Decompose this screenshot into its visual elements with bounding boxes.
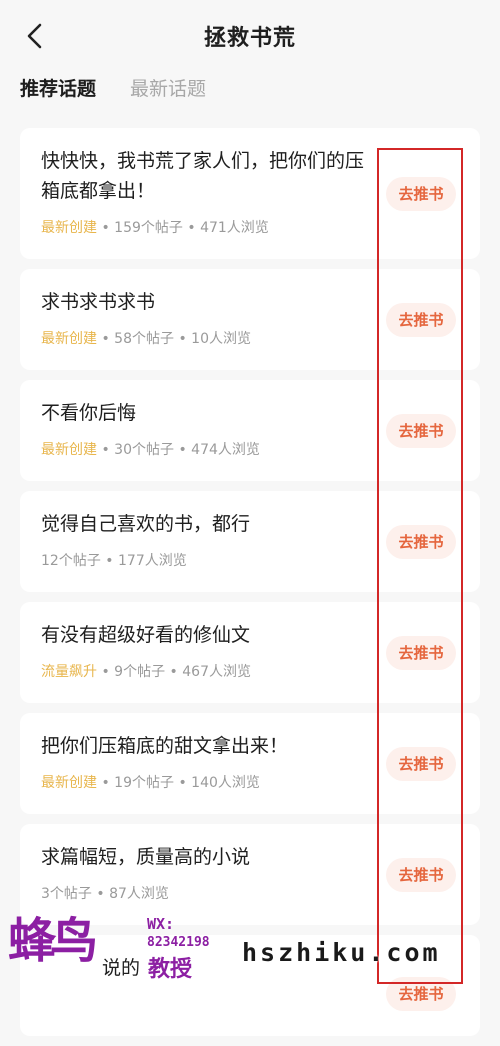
post-count: 12个帖子	[41, 553, 101, 569]
topic-title: 快快快，我书荒了家人们，把你们的压箱底都拿出！	[41, 150, 365, 202]
view-count: 10人浏览	[191, 331, 251, 347]
watermark-wx-number: 82342198	[147, 935, 210, 950]
tab-recommended-topics[interactable]: 推荐话题	[20, 74, 96, 108]
post-count: 58个帖子	[114, 331, 174, 347]
view-count: 471人浏览	[200, 220, 269, 236]
recommend-book-button[interactable]: 去推书	[386, 414, 456, 448]
topic-card[interactable]: 求篇幅短，质量高的小说 3个帖子 • 87人浏览 去推书	[20, 824, 480, 925]
post-count: 9个帖子	[114, 664, 166, 680]
topic-card[interactable]: 求书求书求书 最新创建 • 58个帖子 • 10人浏览 去推书	[20, 269, 480, 370]
topic-meta: 最新创建 • 30个帖子 • 474人浏览	[41, 442, 260, 458]
topic-title: 不看你后悔	[41, 402, 137, 424]
view-count: 140人浏览	[191, 775, 260, 791]
post-count: 30个帖子	[114, 442, 174, 458]
topic-card[interactable]: 觉得自己喜欢的书，都行 12个帖子 • 177人浏览 去推书	[20, 491, 480, 592]
topic-tag: 流量飙升	[41, 664, 97, 680]
topic-tabs: 推荐话题 最新话题	[20, 74, 206, 108]
topic-card[interactable]: 把你们压箱底的甜文拿出来！ 最新创建 • 19个帖子 • 140人浏览 去推书	[20, 713, 480, 814]
topic-title: 求书求书求书	[41, 291, 156, 313]
view-count: 177人浏览	[118, 553, 187, 569]
topic-meta: 最新创建 • 159个帖子 • 471人浏览	[41, 220, 269, 236]
recommend-book-button[interactable]: 去推书	[386, 636, 456, 670]
view-count: 87人浏览	[109, 886, 169, 902]
recommend-book-button[interactable]: 去推书	[386, 858, 456, 892]
recommend-book-button[interactable]: 去推书	[386, 977, 456, 1011]
topic-tag: 最新创建	[41, 775, 97, 791]
watermark-url: hszhiku.com	[242, 938, 441, 967]
post-count: 19个帖子	[114, 775, 174, 791]
topic-meta: 最新创建 • 58个帖子 • 10人浏览	[41, 331, 251, 347]
tab-latest-topics[interactable]: 最新话题	[130, 74, 206, 108]
topic-tag: 最新创建	[41, 442, 97, 458]
topic-title: 求篇幅短，质量高的小说	[41, 846, 251, 868]
topic-card[interactable]: 有没有超级好看的修仙文 流量飙升 • 9个帖子 • 467人浏览 去推书	[20, 602, 480, 703]
recommend-book-button[interactable]: 去推书	[386, 303, 456, 337]
watermark-logo-text: 蜂鸟	[8, 913, 98, 969]
topic-title: 觉得自己喜欢的书，都行	[41, 513, 251, 535]
topic-tag: 最新创建	[41, 220, 97, 236]
topic-title: 把你们压箱底的甜文拿出来！	[41, 735, 289, 757]
recommend-book-button[interactable]: 去推书	[386, 177, 456, 211]
watermark-logo: 蜂鸟 WX: 82342198 教授	[8, 913, 236, 987]
topic-title: 有没有超级好看的修仙文	[41, 624, 251, 646]
post-count: 159个帖子	[114, 220, 183, 236]
watermark-wx-label: WX:	[147, 915, 175, 933]
view-count: 474人浏览	[191, 442, 260, 458]
topic-meta: 流量飙升 • 9个帖子 • 467人浏览	[41, 664, 251, 680]
recommend-book-button[interactable]: 去推书	[386, 747, 456, 781]
topic-card[interactable]: 快快快，我书荒了家人们，把你们的压箱底都拿出！ 最新创建 • 159个帖子 • …	[20, 128, 480, 259]
topic-meta: 12个帖子 • 177人浏览	[41, 553, 187, 569]
topic-tag: 最新创建	[41, 331, 97, 347]
page-title: 拯救书荒	[203, 26, 296, 51]
topic-meta: 3个帖子 • 87人浏览	[41, 886, 169, 902]
topic-list: 快快快，我书荒了家人们，把你们的压箱底都拿出！ 最新创建 • 159个帖子 • …	[20, 128, 480, 1046]
view-count: 467人浏览	[182, 664, 251, 680]
watermark-sub-text: 教授	[148, 957, 193, 982]
top-bar: 拯救书荒	[0, 0, 500, 72]
recommend-book-button[interactable]: 去推书	[386, 525, 456, 559]
topic-meta: 最新创建 • 19个帖子 • 140人浏览	[41, 775, 260, 791]
post-count: 3个帖子	[41, 886, 92, 902]
topic-card[interactable]: 不看你后悔 最新创建 • 30个帖子 • 474人浏览 去推书	[20, 380, 480, 481]
